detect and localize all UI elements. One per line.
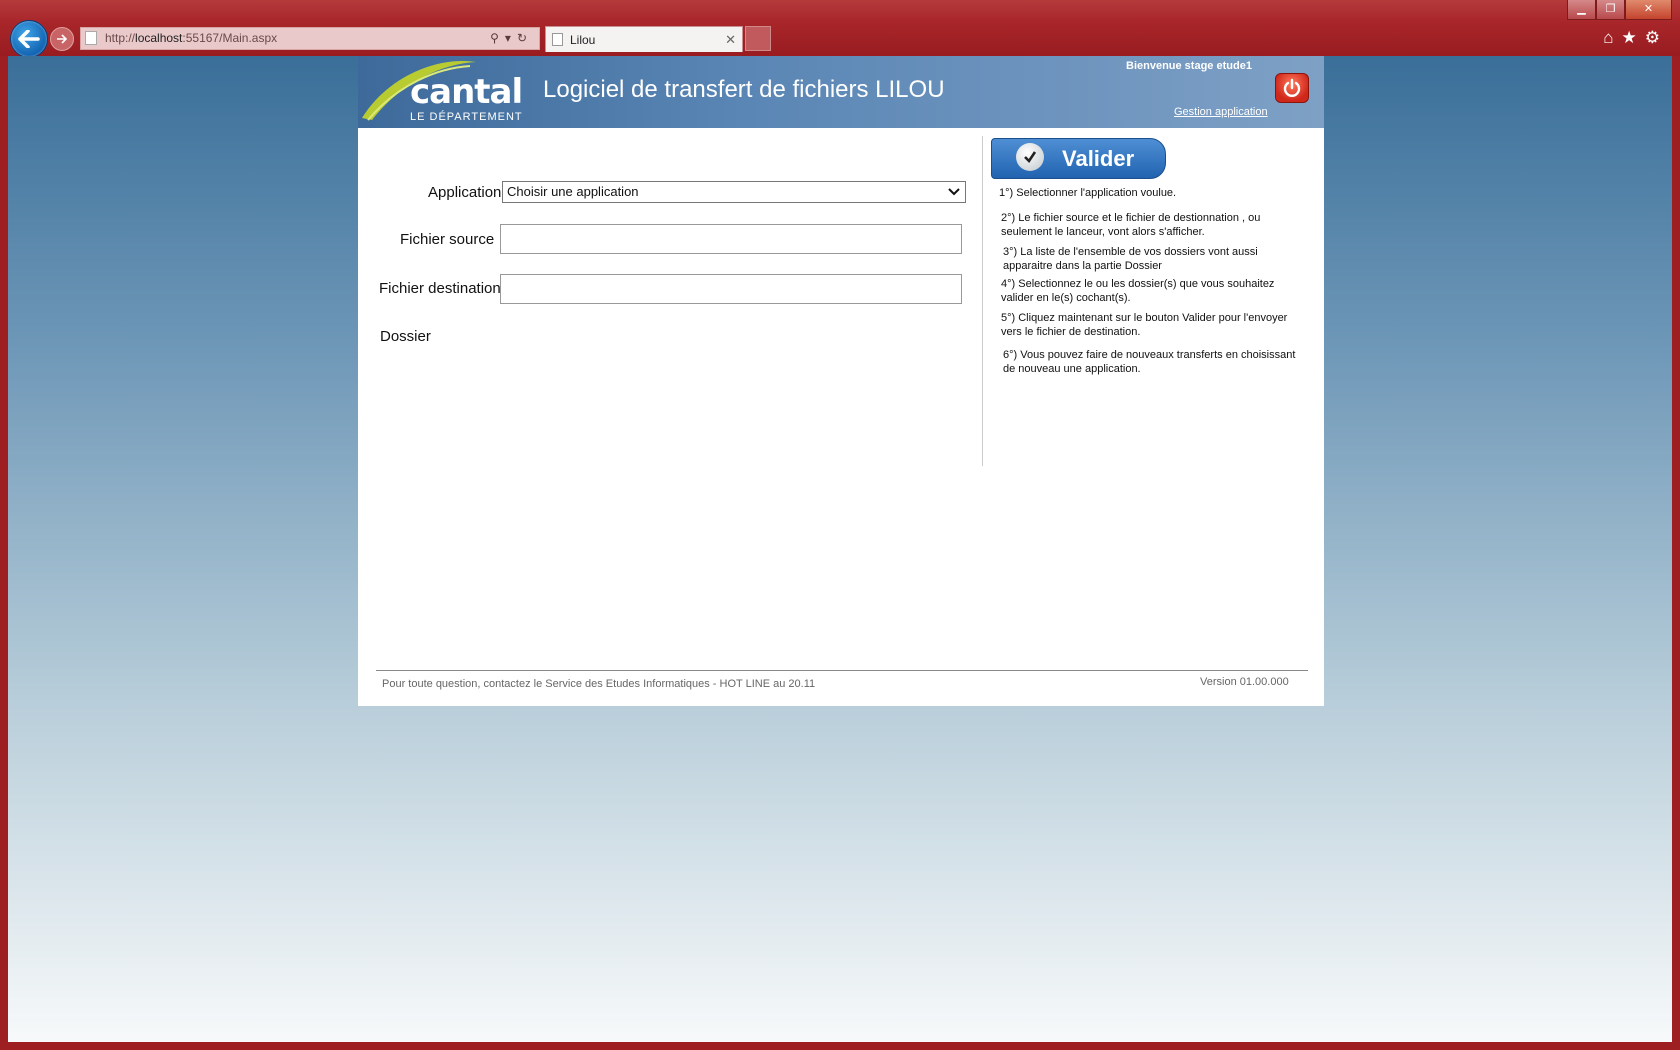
- home-icon[interactable]: ⌂: [1603, 28, 1621, 47]
- gestion-application-link[interactable]: Gestion application: [1174, 106, 1268, 118]
- search-icon[interactable]: ⚲: [490, 31, 505, 45]
- back-icon: [18, 30, 40, 48]
- chevron-down-icon: [948, 188, 960, 196]
- forward-icon: [57, 34, 68, 44]
- app-header: cantal LE DÉPARTEMENT Logiciel de transf…: [358, 56, 1324, 128]
- welcome-text: Bienvenue stage etude1: [1126, 60, 1252, 72]
- instruction-step-2: 2°) Le fichier source et le fichier de d…: [1001, 212, 1261, 238]
- instruction-step-6: 6°) Vous pouvez faire de nouveaux transf…: [1003, 349, 1296, 375]
- footer-contact: Pour toute question, contactez le Servic…: [382, 678, 816, 690]
- power-icon: [1283, 78, 1301, 97]
- application-select[interactable]: Choisir une application: [502, 181, 966, 203]
- new-tab-button[interactable]: [745, 26, 771, 51]
- logo-subtitle: LE DÉPARTEMENT: [410, 111, 523, 123]
- instruction-step-3: 3°) La liste de l'ensemble de vos dossie…: [1003, 246, 1258, 272]
- minimize-button[interactable]: ▁: [1567, 0, 1596, 20]
- address-tools[interactable]: ⚲▾↻: [490, 28, 533, 49]
- source-label: Fichier source: [400, 231, 495, 248]
- logo-text: cantal: [410, 72, 523, 112]
- page-icon: [85, 31, 97, 45]
- page-icon: [552, 33, 563, 46]
- browser-chrome: http://localhost:55167/Main.aspx ⚲▾↻ Lil…: [0, 0, 1680, 58]
- back-button[interactable]: [10, 20, 48, 58]
- favorites-icon[interactable]: ★: [1622, 28, 1645, 47]
- footer-divider: [376, 670, 1308, 671]
- dropdown-icon[interactable]: ▾: [505, 31, 517, 45]
- instruction-step-5: 5°) Cliquez maintenant sur le bouton Val…: [1001, 312, 1288, 338]
- version-text: Version 01.00.000: [1200, 676, 1289, 688]
- window-controls: ▁ ❐ ✕: [1567, 0, 1672, 20]
- browser-viewport: cantal LE DÉPARTEMENT Logiciel de transf…: [8, 56, 1672, 1042]
- check-icon: [1016, 143, 1044, 171]
- column-divider: [982, 136, 983, 466]
- application-selected-value: Choisir une application: [507, 184, 639, 199]
- dossier-label: Dossier: [380, 328, 431, 345]
- instruction-step-1: 1°) Selectionner l'application voulue.: [999, 187, 1177, 199]
- application-label: Application: [428, 184, 502, 201]
- tab-title: Lilou: [570, 33, 596, 47]
- settings-icon[interactable]: ⚙: [1645, 28, 1668, 47]
- maximize-button[interactable]: ❐: [1596, 0, 1625, 20]
- browser-tools: ⌂★⚙: [1603, 28, 1668, 48]
- source-file-input[interactable]: [500, 224, 962, 254]
- tab-lilou[interactable]: Lilou ✕: [545, 26, 743, 52]
- address-url: http://localhost:55167/Main.aspx: [105, 31, 278, 45]
- instruction-step-4: 4°) Selectionnez le ou les dossier(s) qu…: [1001, 278, 1275, 304]
- valider-button[interactable]: Valider: [991, 138, 1166, 179]
- destination-file-input[interactable]: [500, 274, 962, 304]
- window-close-button[interactable]: ✕: [1625, 0, 1672, 20]
- app-page: cantal LE DÉPARTEMENT Logiciel de transf…: [358, 56, 1324, 706]
- logout-button[interactable]: [1275, 73, 1309, 103]
- forward-button[interactable]: [50, 27, 74, 51]
- destination-label: Fichier destination: [379, 280, 501, 297]
- address-bar[interactable]: http://localhost:55167/Main.aspx ⚲▾↻: [80, 27, 540, 50]
- close-icon[interactable]: ✕: [725, 27, 736, 53]
- refresh-icon[interactable]: ↻: [517, 31, 533, 45]
- valider-label: Valider: [1062, 146, 1135, 171]
- page-title: Logiciel de transfert de fichiers LILOU: [543, 76, 945, 103]
